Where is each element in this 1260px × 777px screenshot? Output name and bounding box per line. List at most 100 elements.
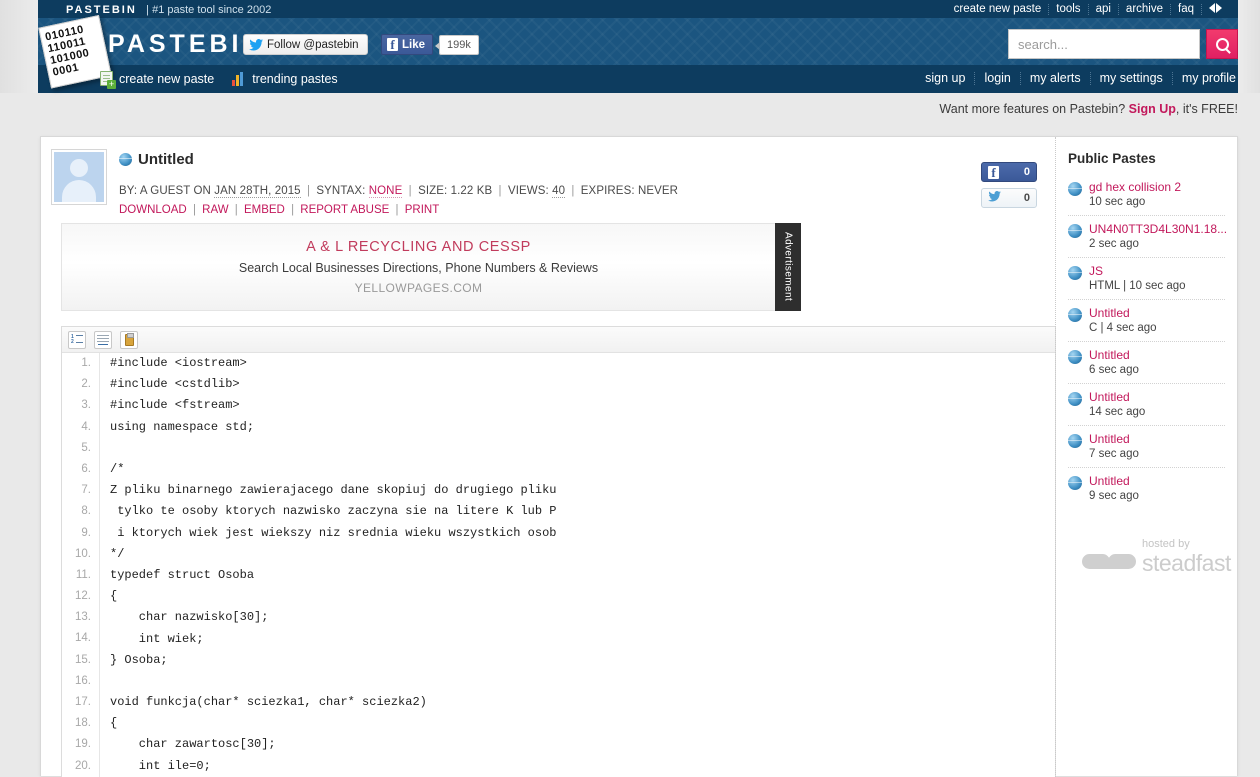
code-line-text: #include <fstream> (110, 398, 240, 413)
top-nav-faq[interactable]: faq (1171, 3, 1202, 15)
list-item[interactable]: Untitled 6 sec ago (1068, 342, 1225, 384)
facebook-share-button[interactable]: f 0 (981, 162, 1037, 182)
code-line-text: Z pliku binarnego zawierajacego dane sko… (110, 483, 557, 498)
search-box[interactable] (1008, 29, 1200, 59)
paste-link[interactable]: Untitled (1089, 432, 1139, 446)
code-line-text: */ (110, 546, 125, 561)
paste-meta: C | 4 sec ago (1089, 322, 1157, 334)
twitter-follow-button[interactable]: Follow @pastebin (243, 34, 368, 55)
code-line: 19. char zawartosc[30]; (62, 734, 1055, 756)
header-right-gutter (1238, 0, 1260, 93)
paste-meta: 7 sec ago (1089, 448, 1139, 460)
line-number: 18. (62, 713, 100, 735)
code-line: 17. void funkcja(char* sciezka1, char* sc… (62, 692, 1055, 714)
code-line: 8. tylko te osoby ktorych nazwisko zaczy… (62, 501, 1055, 523)
print-link[interactable]: PRINT (405, 204, 440, 216)
globe-icon (1068, 308, 1082, 322)
advertisement-label-text: Advertisement (782, 232, 794, 302)
meta-expires-label: EXPIRES: (580, 185, 635, 197)
advertisement-description: Search Local Businesses Directions, Phon… (238, 261, 599, 275)
meta-by-label: BY: (119, 185, 138, 197)
code-body[interactable]: 1. #include <iostream> 2. #include <cstdlib… (62, 353, 1055, 777)
code-line-text: #include <cstdlib> (110, 377, 240, 392)
paste-link[interactable]: Untitled (1089, 390, 1145, 404)
paste-link[interactable]: Untitled (1089, 474, 1139, 488)
paste-link[interactable]: gd hex collision 2 (1089, 180, 1181, 194)
code-line-text: } Osoba; (110, 652, 168, 667)
code-line: 9. i ktorych wiek jest wiekszy niz sredn… (62, 522, 1055, 544)
globe-icon (1068, 266, 1082, 280)
list-item[interactable]: Untitled 9 sec ago (1068, 468, 1225, 509)
nav-my-alerts[interactable]: my alerts (1021, 72, 1091, 85)
toggle-word-wrap-button[interactable] (94, 330, 112, 349)
top-nav-archive[interactable]: archive (1119, 3, 1171, 15)
paste-link[interactable]: JS (1089, 264, 1186, 278)
paste-link[interactable]: Untitled (1089, 348, 1139, 362)
twitter-share-button[interactable]: 0 (981, 188, 1037, 208)
hosted-by-label: hosted by (1142, 538, 1190, 550)
code-line: 12. { (62, 586, 1055, 608)
collapse-toggle[interactable] (1202, 2, 1226, 16)
list-item[interactable]: JS HTML | 10 sec ago (1068, 258, 1225, 300)
top-nav-api[interactable]: api (1089, 3, 1119, 15)
advertisement-url: YELLOWPAGES.COM (354, 281, 483, 295)
facebook-like-button[interactable]: f Like (381, 34, 434, 55)
meta-expires-value: NEVER (637, 185, 679, 197)
code-toolbar: 12 (62, 327, 1055, 353)
sidebar-item-trending-pastes[interactable]: trending pastes (232, 71, 338, 86)
meta-size-value: 1.22 KB (450, 185, 493, 197)
meta-on-label: ON (193, 185, 211, 197)
nav-my-settings[interactable]: my settings (1091, 72, 1173, 85)
toggle-line-numbers-button[interactable]: 12 (68, 330, 86, 349)
top-nav-create-new-paste[interactable]: create new paste (947, 3, 1050, 15)
advertisement-banner[interactable]: A & L RECYCLING AND CESSP Search Local B… (61, 223, 801, 311)
globe-icon (1068, 392, 1082, 406)
paste-actions: DOWNLOAD | RAW | EMBED | REPORT ABUSE | … (119, 204, 440, 216)
paste-link[interactable]: Untitled (1089, 306, 1157, 320)
report-abuse-link[interactable]: REPORT ABUSE (300, 204, 389, 216)
steadfast-host-badge[interactable]: hosted by steadfast (1068, 539, 1231, 575)
list-item[interactable]: Untitled 14 sec ago (1068, 384, 1225, 426)
code-line: 7. Z pliku binarnego zawierajacego dane s… (62, 480, 1055, 502)
raw-link[interactable]: RAW (202, 204, 228, 216)
steadfast-name: steadfast (1142, 550, 1231, 576)
search-button[interactable] (1206, 29, 1238, 59)
sidebar-item-create-new-paste[interactable]: create new paste (100, 71, 214, 89)
list-item[interactable]: Untitled 7 sec ago (1068, 426, 1225, 468)
signup-promo-link[interactable]: Sign Up (1129, 102, 1176, 116)
site-wordmark[interactable]: PASTEBIN (108, 30, 265, 59)
search-input[interactable] (1009, 30, 1199, 58)
download-link[interactable]: DOWNLOAD (119, 204, 187, 216)
embed-link[interactable]: EMBED (244, 204, 285, 216)
nav-sign-up[interactable]: sign up (916, 72, 976, 85)
meta-syntax-label: SYNTAX: (316, 185, 366, 197)
main-card: Untitled BY: A GUEST ON JAN 28TH, 2015 |… (40, 136, 1238, 777)
new-paste-icon (100, 71, 116, 89)
code-line: 10. */ (62, 543, 1055, 565)
list-item[interactable]: UN4N0TT3D4L30N1.18... 2 sec ago (1068, 216, 1227, 258)
meta-syntax-value[interactable]: NONE (368, 185, 403, 198)
code-line: 2. #include <cstdlib> (62, 374, 1055, 396)
meta-views-value: 40 (552, 185, 566, 198)
paste-meta: 2 sec ago (1089, 238, 1139, 250)
code-line-text (110, 671, 117, 692)
facebook-like-widget: f Like 199k (381, 34, 479, 55)
twitter-bird-icon (988, 191, 1001, 205)
paste-meta: 6 sec ago (1089, 364, 1139, 376)
code-line-text (110, 438, 117, 459)
paste-link[interactable]: UN4N0TT3D4L30N1.18... (1089, 222, 1227, 236)
list-item[interactable]: gd hex collision 2 10 sec ago (1068, 174, 1225, 216)
nav-login[interactable]: login (975, 72, 1021, 85)
trending-icon (232, 71, 246, 86)
search-icon (1215, 37, 1229, 51)
code-line-text: typedef struct Osoba (110, 567, 255, 582)
top-nav-tools[interactable]: tools (1049, 3, 1089, 15)
meta-date: JAN 28TH, 2015 (214, 185, 301, 198)
list-item[interactable]: Untitled C | 4 sec ago (1068, 300, 1225, 342)
advertisement-body[interactable]: A & L RECYCLING AND CESSP Search Local B… (61, 223, 775, 311)
nav-my-profile[interactable]: my profile (1173, 72, 1236, 85)
public-pastes-sidebar: Public Pastes gd hex collision 2 10 sec a… (1055, 137, 1237, 777)
copy-to-clipboard-button[interactable] (120, 330, 138, 349)
code-line: 1. #include <iostream> (62, 353, 1055, 375)
code-line-text: using namespace std; (110, 419, 255, 434)
